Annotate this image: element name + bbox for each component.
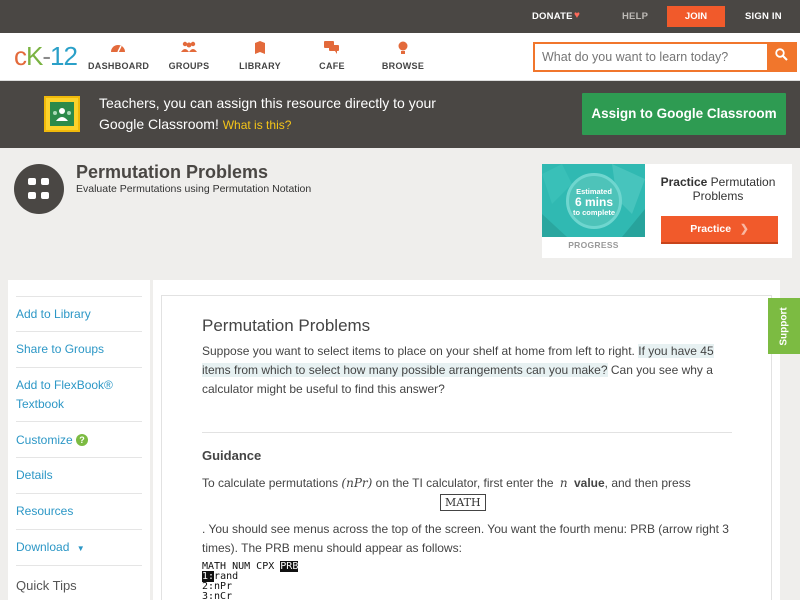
sidebar-details[interactable]: Details — [16, 458, 142, 494]
sign-in-link[interactable]: SIGN IN — [745, 11, 782, 22]
logo-c: c — [14, 41, 27, 71]
sidebar-add-to-flexbook[interactable]: Add to FlexBook® Textbook — [16, 368, 142, 422]
logo-dash: - — [42, 41, 51, 71]
google-classroom-icon — [44, 96, 80, 132]
main-nav: cK-12 DASHBOARD GROUPS LIBRARY CAFE BROW… — [0, 33, 800, 81]
sidebar-download[interactable]: Download ▼ — [16, 530, 142, 566]
sidebar-share-to-groups[interactable]: Share to Groups — [16, 332, 142, 368]
help-link[interactable]: HELP — [622, 11, 648, 22]
search-icon — [774, 48, 788, 66]
section-divider — [202, 432, 732, 433]
guidance-text-c: , and then press — [604, 476, 691, 490]
nav-browse[interactable]: BROWSE — [381, 41, 425, 71]
concept-badge-icon — [14, 164, 64, 214]
guidance-text-a: To calculate permutations — [202, 476, 339, 490]
main-content: Permutation Problems Suppose you want to… — [153, 280, 780, 600]
practice-image: Estimated 6 mins to complete — [542, 164, 645, 237]
guidance-paragraph-2: . You should see menus across the top of… — [202, 522, 729, 555]
cafe-icon — [315, 41, 349, 55]
lesson-header: Permutation Problems Evaluate Permutatio… — [0, 148, 800, 280]
nav-library-label: LIBRARY — [239, 61, 281, 71]
content-panel: Permutation Problems Suppose you want to… — [161, 295, 772, 600]
nav-groups[interactable]: GROUPS — [166, 41, 212, 71]
what-is-this-link[interactable]: What is this? — [223, 118, 292, 132]
nav-cafe[interactable]: CAFE — [315, 41, 349, 71]
n-variable: n — [559, 476, 568, 490]
sidebar-customize[interactable]: Customize ? — [16, 422, 142, 458]
estimate-ring: Estimated 6 mins to complete — [566, 173, 622, 229]
intro-text-a: Suppose you want to select items to plac… — [202, 344, 635, 358]
nav-cafe-label: CAFE — [319, 61, 345, 71]
npr-notation: (nPr) — [341, 476, 373, 490]
logo-k: K — [26, 41, 43, 71]
guidance-heading: Guidance — [202, 448, 262, 463]
value-bold: value — [573, 476, 605, 490]
sidebar-quick-tips[interactable]: Quick Tips — [16, 566, 142, 600]
math-key: MATH — [440, 494, 486, 511]
help-icon[interactable]: ? — [76, 434, 89, 446]
practice-title-bold: Practice — [660, 175, 708, 189]
search-input[interactable] — [535, 44, 767, 70]
nav-library[interactable]: LIBRARY — [238, 41, 282, 71]
google-classroom-banner: Teachers, you can assign this resource d… — [0, 81, 800, 148]
practice-button-label: Practice — [690, 223, 732, 235]
calculator-screen: MATH NUM CPX PRB 1:rand 2:nPr 3:nCr — [202, 561, 299, 600]
sidebar-resources[interactable]: Resources — [16, 494, 142, 530]
support-label: Support — [778, 306, 790, 346]
ck12-logo[interactable]: cK-12 — [14, 41, 78, 71]
heart-icon: ♥ — [574, 10, 581, 21]
top-bar: DONATE ♥ HELP JOIN SIGN IN — [0, 0, 800, 33]
nav-groups-label: GROUPS — [168, 61, 210, 71]
chevron-right-icon: ❯ — [739, 223, 749, 235]
page-title: Permutation Problems — [76, 162, 269, 182]
nav-dashboard[interactable]: DASHBOARD — [88, 41, 150, 71]
sidebar: Add to Library Share to Groups Add to Fl… — [8, 280, 150, 600]
guidance-text-b: on the TI calculator, first enter the — [375, 476, 554, 490]
calc-prb-tab: PRB — [280, 561, 299, 572]
donate-link[interactable]: DONATE — [532, 11, 573, 22]
guidance-paragraph-1: To calculate permutations (nPr) on the T… — [202, 474, 737, 493]
sidebar-add-to-library[interactable]: Add to Library — [16, 296, 142, 332]
page-subtitle: Evaluate Permutations using Permutation … — [76, 183, 312, 195]
caret-down-icon: ▼ — [76, 544, 85, 553]
nav-browse-label: BROWSE — [381, 61, 425, 71]
progress-label: PROGRESS — [568, 240, 619, 250]
assign-google-classroom-button[interactable]: Assign to Google Classroom — [582, 93, 786, 135]
content-title: Permutation Problems — [202, 316, 371, 335]
customize-label: Customize — [16, 433, 73, 447]
search-button[interactable] — [767, 44, 795, 70]
practice-title: Practice Permutation Problems — [652, 175, 784, 203]
practice-card: Estimated 6 mins to complete PROGRESS Pr… — [542, 164, 792, 258]
join-button[interactable]: JOIN — [667, 6, 725, 27]
intro-paragraph: Suppose you want to select items to plac… — [202, 342, 737, 399]
search-box — [533, 42, 797, 72]
logo-num: 12 — [50, 41, 78, 71]
download-label: Download — [16, 540, 70, 554]
google-banner-text: Teachers, you can assign this resource d… — [99, 93, 459, 136]
to-complete-label: to complete — [572, 208, 616, 217]
library-icon — [238, 41, 282, 55]
estimated-mins: 6 mins — [574, 195, 613, 209]
browse-icon — [381, 41, 425, 55]
calc-line-3: 3:nCr — [202, 591, 233, 600]
groups-icon — [166, 41, 212, 55]
dashboard-icon — [88, 41, 148, 55]
practice-button[interactable]: Practice ❯ — [661, 216, 778, 244]
support-tab[interactable]: Support — [768, 298, 800, 354]
nav-dashboard-label: DASHBOARD — [88, 61, 150, 71]
